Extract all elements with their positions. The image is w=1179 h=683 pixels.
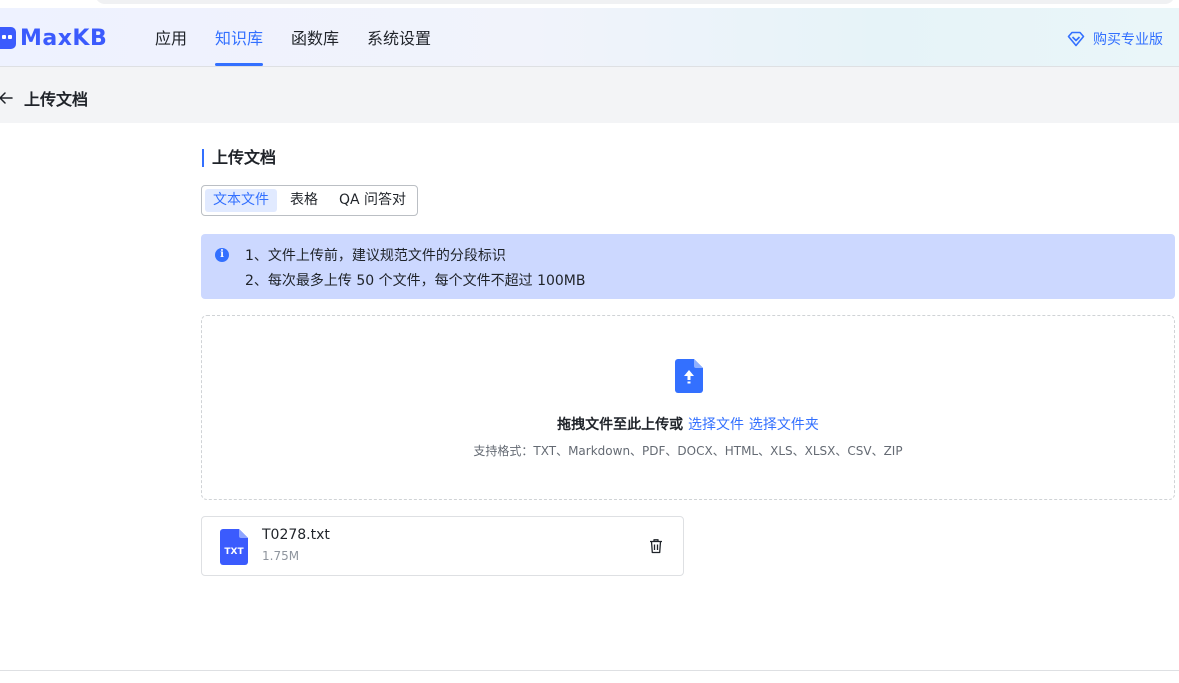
arrow-left-icon — [0, 92, 13, 104]
app-logo[interactable]: MaxKB — [0, 24, 107, 52]
tab-qa-pairs[interactable]: QA 问答对 — [331, 189, 414, 212]
diamond-icon — [1067, 31, 1085, 47]
alert-tip-2: 2、每次最多上传 50 个文件，每个文件不超过 100MB — [245, 273, 586, 289]
drop-prompt-text: 拖拽文件至此上传或 — [557, 417, 684, 433]
file-drop-zone[interactable]: 拖拽文件至此上传或 选择文件 选择文件夹 支持格式：TXT、Markdown、P… — [201, 315, 1175, 500]
nav-item-system-settings[interactable]: 系统设置 — [367, 8, 431, 66]
document-type-tabs: 文本文件 表格 QA 问答对 — [201, 185, 419, 216]
top-navbar: MaxKB 应用 知识库 函数库 系统设置 购买专业版 — [0, 8, 1179, 67]
main-nav: 应用 知识库 函数库 系统设置 — [155, 8, 459, 66]
alert-tip-1: 1、文件上传前，建议规范文件的分段标识 — [245, 248, 506, 264]
back-button[interactable]: 上传文档 — [0, 86, 88, 110]
uploaded-file-item: TXT T0278.txt 1.75M — [201, 516, 684, 576]
file-size: 1.75M — [262, 549, 300, 563]
buy-pro-button[interactable]: 购买专业版 — [1067, 29, 1163, 49]
nav-item-apps[interactable]: 应用 — [155, 8, 187, 66]
browser-top-strip — [0, 0, 1179, 8]
nav-item-knowledge-base[interactable]: 知识库 — [215, 8, 264, 66]
page-title: 上传文档 — [24, 90, 89, 109]
page-subheader: 上传文档 — [0, 67, 1179, 123]
tab-text-file[interactable]: 文本文件 — [205, 189, 277, 212]
upload-tips-alert: i 1、文件上传前，建议规范文件的分段标识 2、每次最多上传 50 个文件，每个… — [201, 234, 1175, 299]
logo-text: MaxKB — [20, 25, 108, 51]
supported-formats: 支持格式：TXT、Markdown、PDF、DOCX、HTML、XLS、XLSX… — [473, 444, 903, 458]
txt-icon-label: TXT — [224, 547, 244, 557]
section-title: 上传文档 — [201, 149, 276, 167]
info-icon: i — [215, 248, 229, 262]
footer-divider — [0, 670, 1179, 671]
logo-robot-icon — [0, 27, 16, 49]
file-name: T0278.txt — [262, 527, 330, 543]
tab-table[interactable]: 表格 — [282, 189, 326, 212]
txt-file-icon: TXT — [220, 529, 248, 565]
file-upload-icon — [675, 359, 703, 393]
trash-icon[interactable] — [648, 538, 664, 554]
browser-address-bar-edge — [95, 0, 1175, 4]
buy-pro-label: 购买专业版 — [1093, 32, 1163, 48]
nav-item-function-library[interactable]: 函数库 — [291, 8, 339, 66]
drop-zone-prompt: 拖拽文件至此上传或 选择文件 选择文件夹 — [202, 414, 1174, 434]
select-folder-link[interactable]: 选择文件夹 — [749, 417, 819, 433]
select-file-link[interactable]: 选择文件 — [688, 417, 744, 433]
